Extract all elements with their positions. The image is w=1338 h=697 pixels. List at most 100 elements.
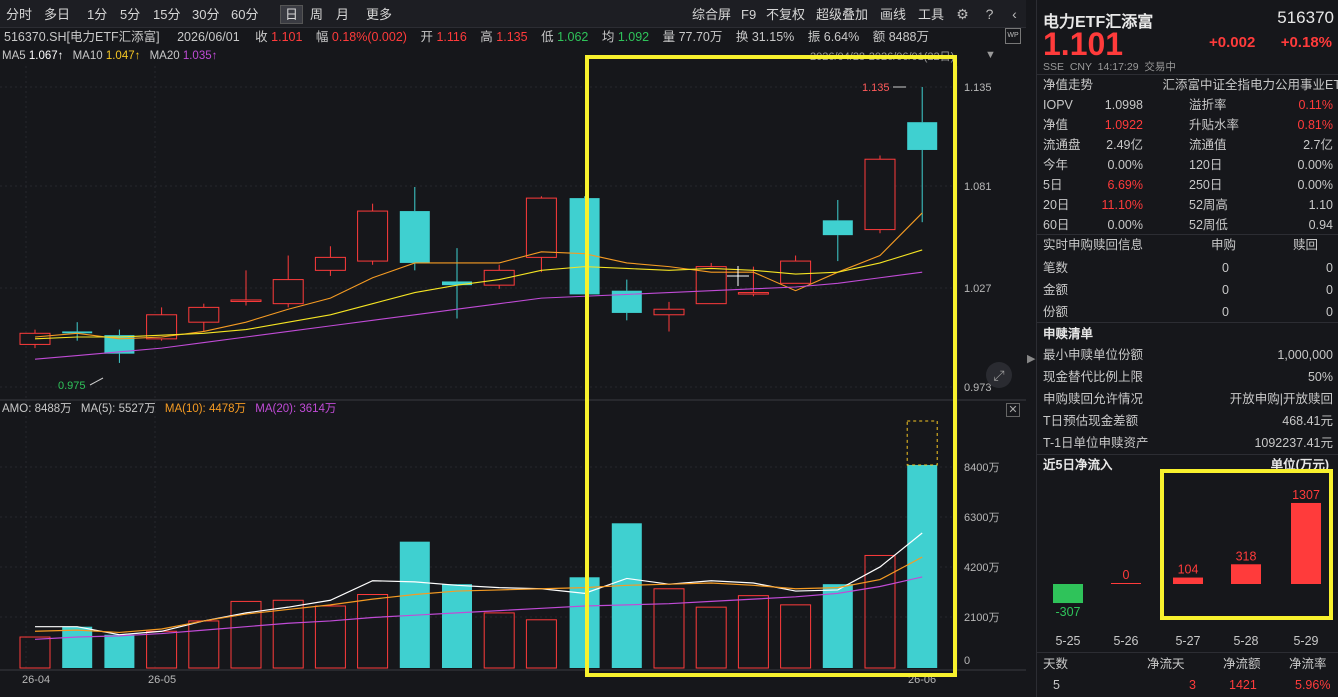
net-days-value: 3 [1189,678,1196,692]
stat-value: 0.81% [1297,118,1333,132]
candle-body [525,197,557,258]
open-label: 开 [420,30,433,44]
stat-value: 2.49亿 [1106,138,1143,152]
volume-bar [188,620,220,669]
last-price: 1.101 [1043,26,1124,62]
vol-tick-label: 0 [964,655,970,667]
list-value: 1092237.41元 [1254,436,1333,450]
sub-value: 0 [1222,283,1229,297]
nav-trend-label[interactable]: 净值走势 [1043,78,1093,92]
inflow-value-label: 318 [1236,549,1257,563]
gear-icon[interactable]: ⚙ [954,6,971,23]
period-tab-8[interactable]: 周 [306,5,327,24]
volume-bar [62,626,93,668]
amo-value: AMO: 8488万 [2,403,72,415]
inflow-bar [1173,577,1203,584]
expand-icon[interactable]: ⤢ [986,362,1012,388]
amo-ma5: MA(5): 5527万 [80,403,156,415]
vol-tick-label: 6300万 [964,512,999,524]
close-icon[interactable]: ✕ [1006,403,1020,417]
period-tab-0[interactable]: 分时 [2,5,36,24]
candle-body [822,220,853,236]
period-tab-10[interactable]: 更多 [362,5,396,24]
volume-bar [314,605,346,669]
toolbar-btn-4[interactable]: 画线 [876,5,910,24]
list-row: 最小申赎单位份额 1,000,000 [1043,345,1333,365]
period-tab-6[interactable]: 60分 [227,5,262,24]
stat-label: 流通盘 [1043,138,1081,152]
stat-label: 60日 [1043,218,1070,232]
inflow-value-label: 104 [1178,563,1199,577]
turn-label: 换 [735,30,749,44]
close-value: 1.101 [271,30,303,44]
security-code-right: 516370 [1277,8,1334,27]
net-amount-header: 净流额 [1223,657,1261,671]
stat-value: 0.00% [1107,218,1143,232]
period-dropdown-icon[interactable]: ▼ [985,49,996,61]
toolbar-btn-2[interactable]: 不复权 [762,5,809,24]
stat-row: 流通盘 2.49亿 流通值 2.7亿 [1043,135,1333,155]
toolbar: 分时 多日 1分 5分 15分 30分 60分日周月更多 综合屏 F9 不复权 超级叠加 画线 工具 … [0,0,1026,28]
avg-value: 1.092 [617,30,650,44]
date-axis-label: 26-06 [908,674,936,686]
info-bar: 516370.SH[电力ETF汇添富] 2026/06/01 收 1.101 幅… [0,27,1026,47]
list-label: T日预估现金差额 [1043,414,1139,428]
high-value: 1.135 [496,30,528,44]
candle-body [272,279,304,305]
ma-legend: MA5 1.067↑ MA10 1.047↑ MA20 1.035↑ [2,48,217,64]
candle-body [569,198,600,295]
net-days-header: 净流天 [1147,657,1185,671]
stat-row: 5日 6.69% 250日 0.00% [1043,175,1333,195]
sub-header: 实时申购赎回信息 申购 赎回 [1043,235,1333,255]
period-tab-9[interactable]: 月 [332,5,353,24]
toolbar-btn-5[interactable]: 工具 [914,5,948,24]
net-rate-value: 5.96% [1295,678,1331,692]
stat-value: 6.69% [1107,178,1143,192]
period-tab-2[interactable]: 1分 [83,5,111,24]
amo-ma20: MA(20): 3614万 [255,403,337,415]
quote-panel: 电力ETF汇添富 516370 1.101 +0.002 +0.18% SSE … [1036,0,1338,697]
stat-label: 250日 [1189,178,1223,192]
list-row: T日预估现金差额 468.41元 [1043,411,1333,431]
amp-label: 振 [807,30,821,44]
period-tab-3[interactable]: 5分 [116,5,144,24]
stat-row: 20日 11.10% 52周高 1.10 [1043,195,1333,215]
volume-bar [19,636,51,669]
stat-label: 升贴水率 [1189,118,1240,132]
candle-body [314,256,346,271]
amt-label: 额 [872,30,886,44]
inflow-bar [1053,584,1083,604]
list-label: 现金替代比例上限 [1043,370,1144,384]
toolbar-btn-0[interactable]: 综合屏 [688,5,735,24]
volume-bar [695,606,727,669]
volume-forecast-bar [906,420,938,466]
wp-icon[interactable]: WP [1005,28,1021,44]
sub-value: 0 [1222,261,1229,275]
help-icon[interactable]: ? [981,6,998,23]
period-range: 2026/04/28-2026/06/01(22日) [810,51,955,63]
volume-bar [822,584,853,668]
price-change: +0.002 [1209,34,1256,51]
ma10-value: 1.047↑ [105,50,141,62]
volume-bar [780,604,812,669]
sub-value: 0 [1222,305,1229,319]
period-tab-5[interactable]: 30分 [188,5,223,24]
list-row: T-1日单位申赎资产 1092237.41元 [1043,433,1333,453]
stat-label: 52周低 [1189,218,1228,232]
list-title: 申赎清单 [1043,327,1094,341]
stat-value: 0.00% [1297,178,1333,192]
volume-bar [569,577,600,668]
period-tab-7[interactable]: 日 [280,5,304,24]
collapse-icon[interactable]: ‹ [1006,6,1023,23]
kline-chart[interactable]: 1.135 1.081 1.027 0.973 8400万 6300万 4200万 2100万… [0,0,1026,697]
period-tab-4[interactable]: 15分 [149,5,184,24]
toolbar-btn-3[interactable]: 超级叠加 [812,5,872,24]
side-toggle-icon[interactable]: ▶ [1027,352,1035,365]
inflow-date-label: 5-27 [1175,634,1200,648]
sub-col-redeem: 赎回 [1293,238,1319,252]
sub-value: 0 [1326,261,1333,275]
ma20-value: 1.035↑ [182,50,218,62]
toolbar-btn-1[interactable]: F9 [737,5,760,24]
period-tab-1[interactable]: 多日 [40,5,74,24]
candle-body [357,210,389,262]
